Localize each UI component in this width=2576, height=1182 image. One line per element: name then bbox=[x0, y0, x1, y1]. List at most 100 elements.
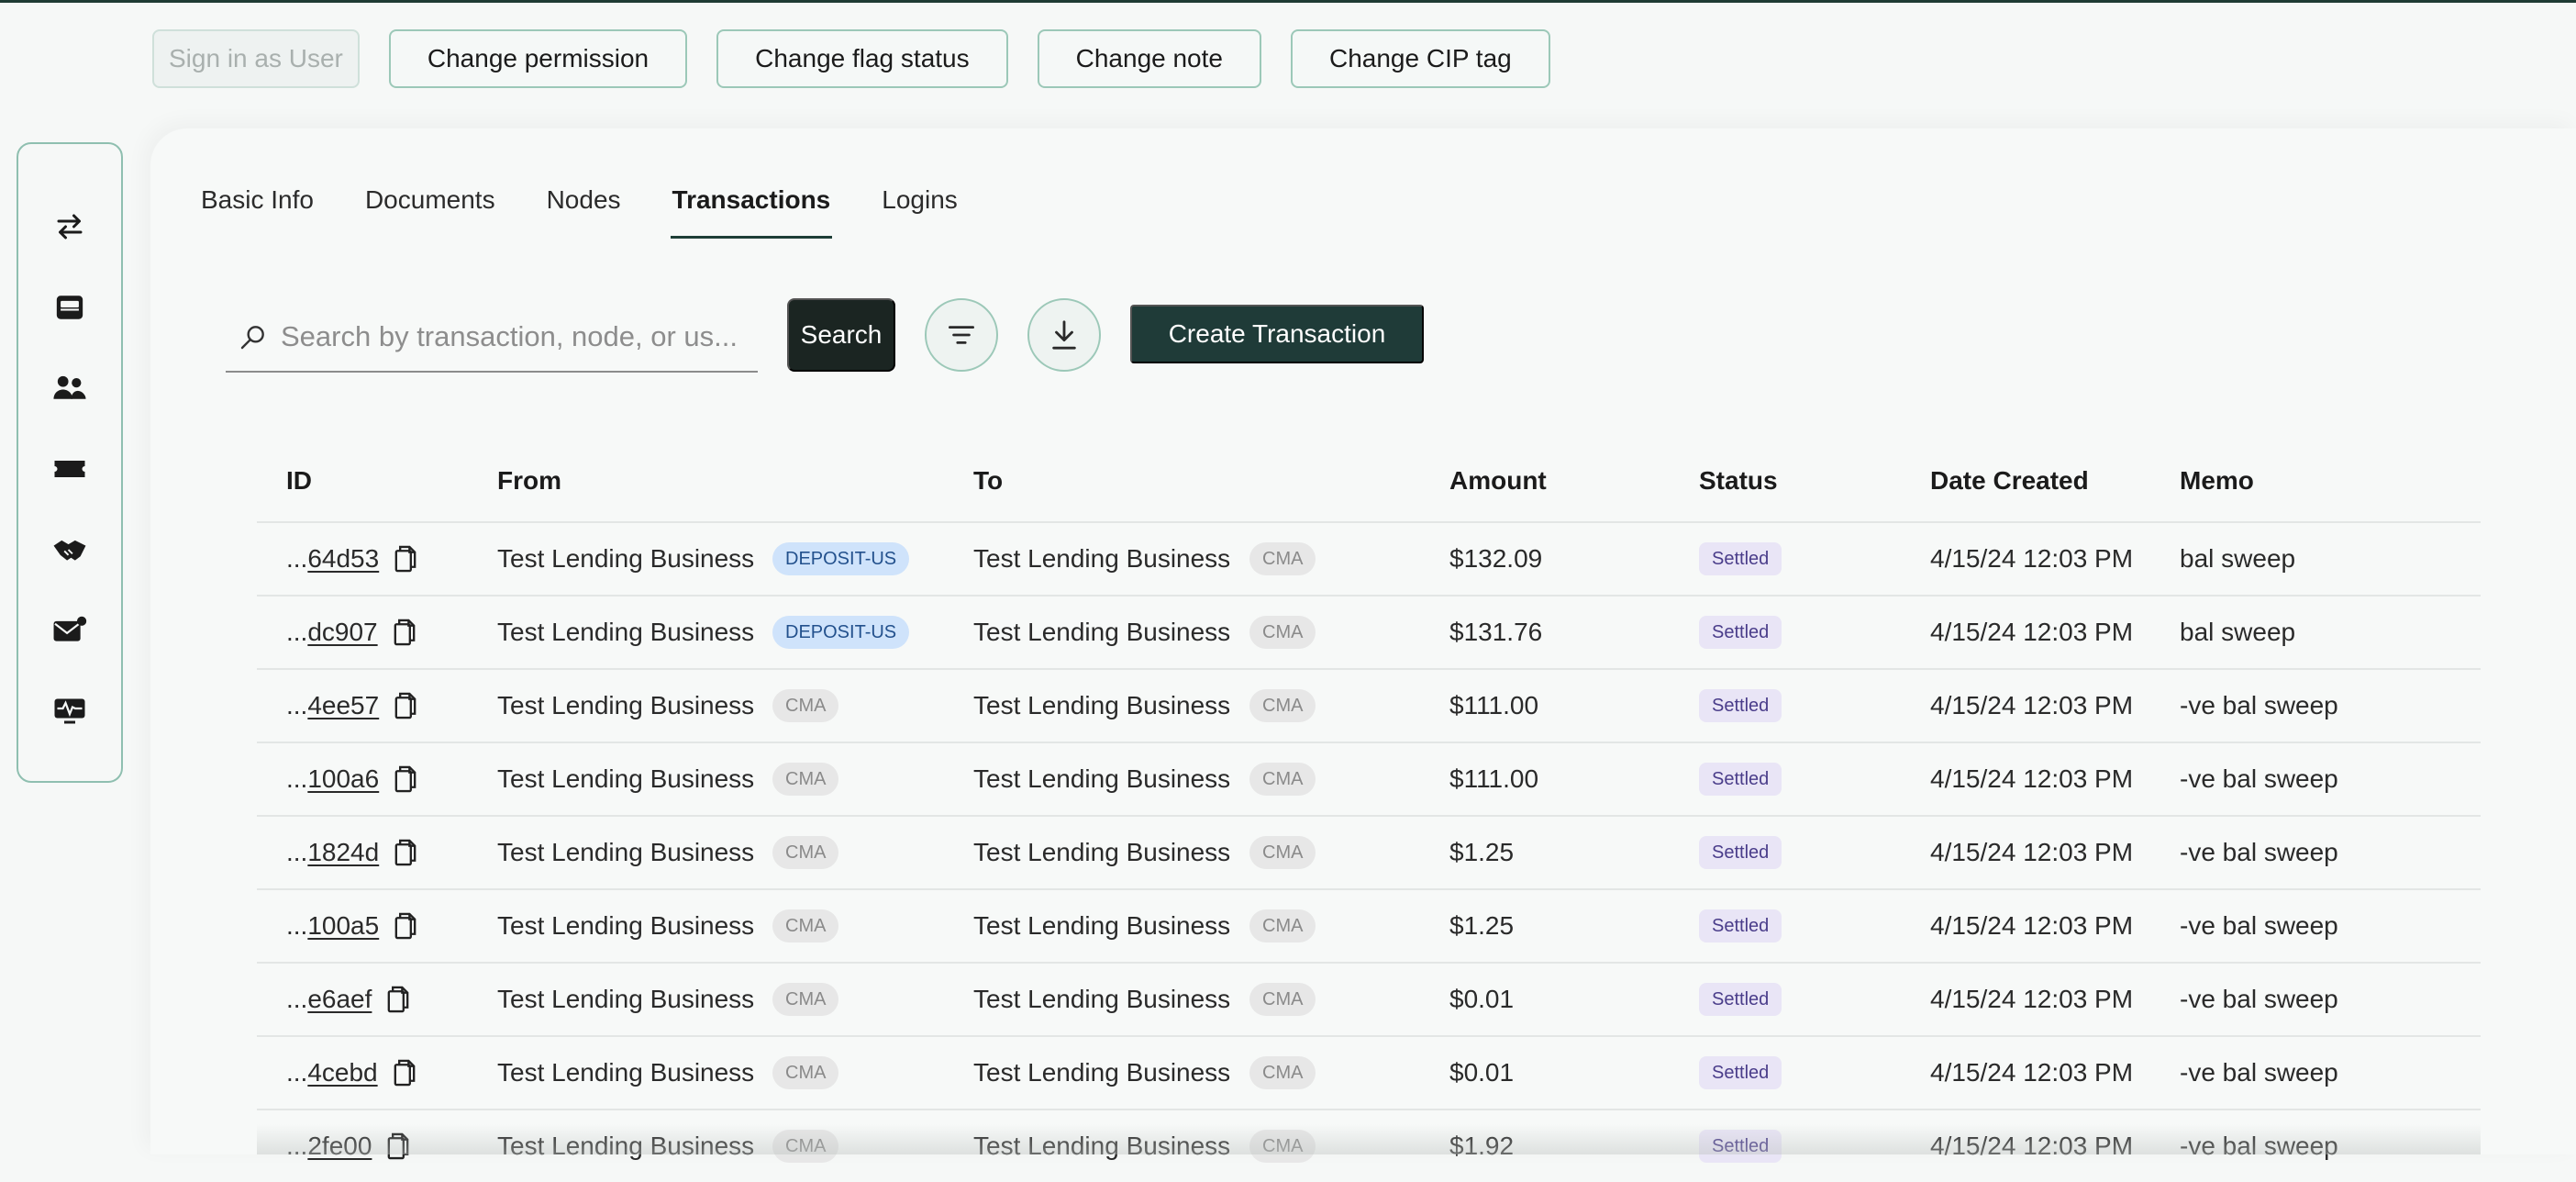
transaction-id-cell: ...4cebd bbox=[286, 1058, 418, 1087]
handshake-icon[interactable] bbox=[51, 531, 88, 568]
id-prefix: ... bbox=[286, 911, 308, 940]
from-node-tag: CMA bbox=[772, 763, 839, 796]
table-row[interactable]: ...64d53 Test Lending Business DEPOSIT-US T… bbox=[257, 521, 2481, 595]
to-cell: Test Lending Business bbox=[973, 1058, 1231, 1087]
col-status-header[interactable]: Status bbox=[1699, 466, 1778, 496]
tab-transactions[interactable]: Transactions bbox=[670, 180, 832, 239]
col-from-header[interactable]: From bbox=[497, 466, 561, 496]
transaction-id-link[interactable]: ...64d53 bbox=[286, 544, 379, 574]
tab-documents[interactable]: Documents bbox=[365, 180, 495, 239]
id-prefix: ... bbox=[286, 764, 308, 793]
table-row[interactable]: ...1824d Test Lending Business CMA Test Len… bbox=[257, 815, 2481, 888]
search-button[interactable]: Search bbox=[787, 298, 895, 372]
create-transaction-button[interactable]: Create Transaction bbox=[1130, 305, 1424, 363]
transaction-id-link[interactable]: ...4cebd bbox=[286, 1058, 378, 1087]
from-cell: Test Lending Business bbox=[497, 911, 755, 940]
copy-icon[interactable] bbox=[391, 618, 418, 647]
to-cell: Test Lending Business bbox=[973, 985, 1231, 1013]
transaction-id-cell: ...100a6 bbox=[286, 764, 419, 794]
from-cell: Test Lending Business bbox=[497, 985, 755, 1013]
download-button[interactable] bbox=[1027, 298, 1101, 372]
table-header: ID From To Amount Status Date Created Me… bbox=[257, 440, 2481, 521]
transaction-id-cell: ...e6aef bbox=[286, 985, 412, 1014]
status-badge: Settled bbox=[1699, 836, 1782, 869]
mail-icon[interactable] bbox=[51, 612, 88, 649]
table-row[interactable]: ...4cebd Test Lending Business CMA Test Len… bbox=[257, 1035, 2481, 1109]
table-row[interactable]: ...dc907 Test Lending Business DEPOSIT-US T… bbox=[257, 595, 2481, 668]
to-node-tag: CMA bbox=[1249, 542, 1316, 575]
search-field bbox=[226, 303, 758, 373]
amount-cell: $131.76 bbox=[1449, 618, 1543, 646]
status-badge: Settled bbox=[1699, 1130, 1782, 1163]
table-row[interactable]: ...2fe00 Test Lending Business CMA Test Len… bbox=[257, 1109, 2481, 1182]
search-icon bbox=[239, 322, 268, 351]
date-cell: 4/15/24 12:03 PM bbox=[1930, 911, 2134, 940]
status-badge: Settled bbox=[1699, 763, 1782, 796]
from-cell: Test Lending Business bbox=[497, 1132, 755, 1160]
transaction-id-link[interactable]: ...2fe00 bbox=[286, 1132, 372, 1161]
tab-logins[interactable]: Logins bbox=[882, 180, 958, 239]
copy-icon[interactable] bbox=[392, 691, 419, 720]
id-value: dc907 bbox=[307, 618, 378, 646]
ticket-icon[interactable] bbox=[51, 451, 88, 487]
transaction-id-link[interactable]: ...100a6 bbox=[286, 764, 379, 794]
from-cell: Test Lending Business bbox=[497, 691, 755, 719]
transaction-id-link[interactable]: ...4ee57 bbox=[286, 691, 379, 720]
transaction-id-link[interactable]: ...dc907 bbox=[286, 618, 378, 647]
copy-icon[interactable] bbox=[384, 1132, 412, 1161]
inbox-icon[interactable] bbox=[51, 289, 88, 326]
id-value: 100a5 bbox=[307, 911, 380, 940]
copy-icon[interactable] bbox=[392, 838, 419, 867]
from-cell: Test Lending Business bbox=[497, 1058, 755, 1087]
col-to-header[interactable]: To bbox=[973, 466, 1003, 496]
transaction-id-cell: ...4ee57 bbox=[286, 691, 419, 720]
to-node-tag: CMA bbox=[1249, 763, 1316, 796]
transfer-arrows-icon[interactable] bbox=[51, 208, 88, 245]
memo-cell: -ve bal sweep bbox=[2180, 838, 2338, 866]
status-badge: Settled bbox=[1699, 542, 1782, 575]
users-icon[interactable] bbox=[51, 370, 88, 407]
tab-nodes[interactable]: Nodes bbox=[547, 180, 621, 239]
amount-cell: $111.00 bbox=[1449, 764, 1539, 793]
table-row[interactable]: ...100a6 Test Lending Business CMA Test Len… bbox=[257, 742, 2481, 815]
copy-icon[interactable] bbox=[392, 544, 419, 574]
status-badge: Settled bbox=[1699, 616, 1782, 649]
change-note-button[interactable]: Change note bbox=[1037, 29, 1261, 88]
transaction-id-link[interactable]: ...1824d bbox=[286, 838, 379, 867]
copy-icon[interactable] bbox=[391, 1058, 418, 1087]
id-prefix: ... bbox=[286, 618, 308, 646]
monitor-pulse-icon[interactable] bbox=[51, 693, 88, 730]
transaction-id-cell: ...dc907 bbox=[286, 618, 418, 647]
table-row[interactable]: ...e6aef Test Lending Business CMA Test Len… bbox=[257, 962, 2481, 1035]
col-amount-header[interactable]: Amount bbox=[1449, 466, 1547, 496]
copy-icon[interactable] bbox=[392, 911, 419, 941]
date-cell: 4/15/24 12:03 PM bbox=[1930, 838, 2134, 866]
change-permission-button[interactable]: Change permission bbox=[388, 29, 688, 88]
col-memo-header[interactable]: Memo bbox=[2180, 466, 2254, 496]
copy-icon[interactable] bbox=[384, 985, 412, 1014]
tab-bar: Basic Info Documents Nodes Transactions … bbox=[201, 180, 1009, 239]
to-node-tag: CMA bbox=[1249, 909, 1316, 942]
col-date-header[interactable]: Date Created bbox=[1930, 466, 2089, 496]
tab-basic-info[interactable]: Basic Info bbox=[201, 180, 314, 239]
col-id-header[interactable]: ID bbox=[286, 466, 312, 496]
download-icon bbox=[1049, 319, 1079, 351]
copy-icon[interactable] bbox=[392, 764, 419, 794]
id-prefix: ... bbox=[286, 985, 308, 1013]
date-cell: 4/15/24 12:03 PM bbox=[1930, 618, 2134, 646]
change-cip-tag-button[interactable]: Change CIP tag bbox=[1290, 29, 1550, 88]
date-cell: 4/15/24 12:03 PM bbox=[1930, 1058, 2134, 1087]
status-badge: Settled bbox=[1699, 1056, 1782, 1089]
amount-cell: $0.01 bbox=[1449, 1058, 1515, 1087]
transaction-id-link[interactable]: ...e6aef bbox=[286, 985, 372, 1014]
transaction-id-link[interactable]: ...100a5 bbox=[286, 911, 379, 941]
filter-icon bbox=[946, 322, 977, 348]
change-flag-status-button[interactable]: Change flag status bbox=[716, 29, 1008, 88]
table-row[interactable]: ...100a5 Test Lending Business CMA Test Len… bbox=[257, 888, 2481, 962]
sign-in-as-user-button[interactable]: Sign in as User bbox=[152, 29, 360, 88]
table-row[interactable]: ...4ee57 Test Lending Business CMA Test Len… bbox=[257, 668, 2481, 742]
transaction-id-cell: ...1824d bbox=[286, 838, 419, 867]
to-cell: Test Lending Business bbox=[973, 764, 1231, 793]
filter-button[interactable] bbox=[925, 298, 998, 372]
search-input[interactable] bbox=[281, 320, 758, 353]
